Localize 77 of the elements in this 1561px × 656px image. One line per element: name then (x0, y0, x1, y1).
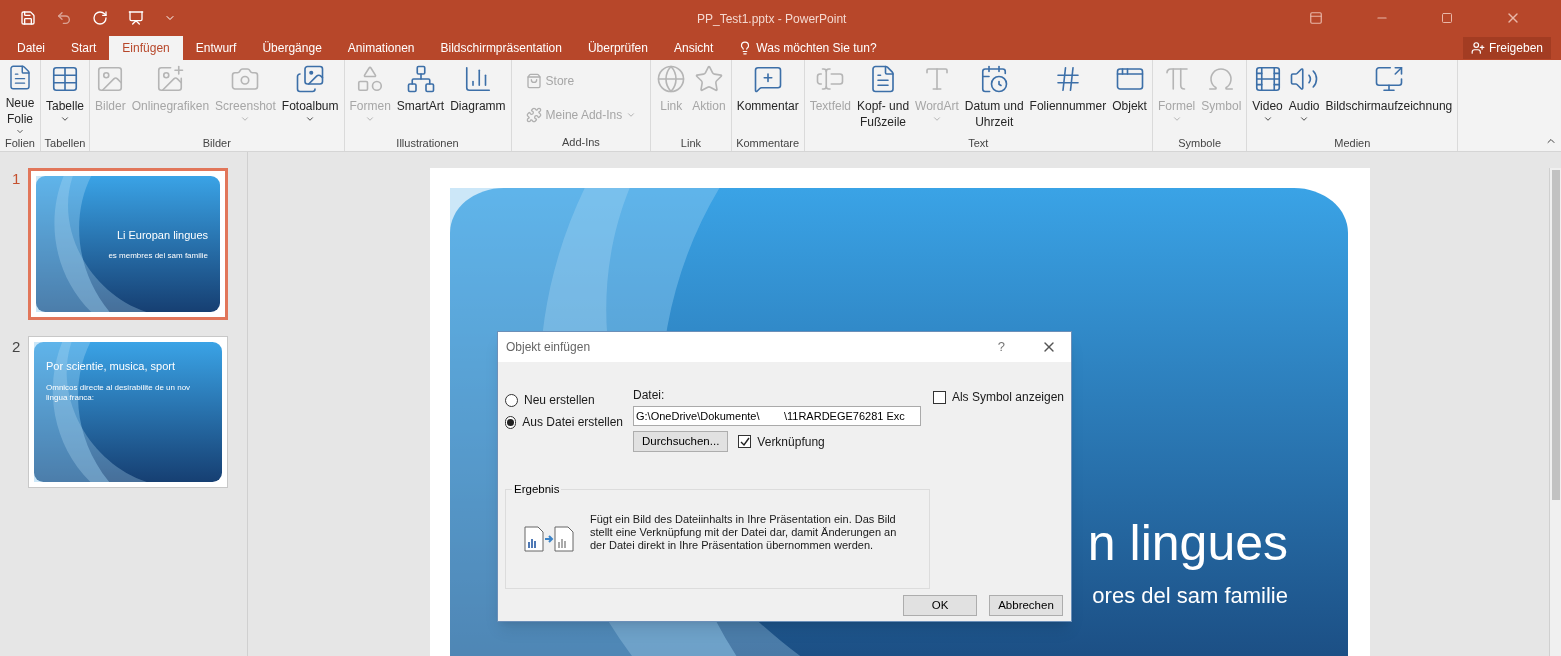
save-icon[interactable] (20, 10, 36, 26)
slide-subtitle: ores del sam familie (1092, 582, 1288, 610)
slide-thumbnail[interactable]: Li Europan lingues es membres del sam familie (28, 168, 228, 320)
ribbon-button[interactable]: Foliennummer (1026, 60, 1110, 136)
ribbon-tab[interactable]: Entwurf (182, 36, 250, 60)
photo-album-icon (295, 64, 326, 94)
group-label: Tabellen (43, 136, 87, 151)
calendar-clock-icon (979, 64, 1010, 94)
ribbon-tab[interactable]: Ansicht (660, 36, 727, 60)
result-description: Fügt ein Bild des Dateiinhalts in Ihre Präsentation ein. Das Bild stellt eine Verknüpfung mit der Datei dar, damit Änderungen an der Datei direkt in Ihre Präsentation übernommen werden. (590, 512, 898, 552)
check-icon (739, 436, 750, 447)
slide-subtitle: Omnicos directe al desirabilite de un nov lingua franca: (46, 382, 192, 403)
group-label: Kommentare (735, 136, 801, 151)
slide-title: n lingues (1087, 515, 1288, 571)
ribbon-tab[interactable]: Einfügen (109, 36, 183, 60)
linked-files-icon (524, 526, 576, 552)
ribbon-tab[interactable]: Übergänge (249, 36, 335, 60)
ribbon-button[interactable]: Fotoalbum (278, 60, 342, 136)
group-label: Illustrationen (395, 136, 460, 151)
window-title: PP_Test1.pptx - PowerPoint (697, 11, 847, 28)
group-label: Link (679, 136, 703, 151)
group-label: Folien (4, 136, 36, 151)
group-label: Medien (1333, 136, 1372, 151)
ribbon-button[interactable]: Datum und Uhrzeit (961, 60, 1027, 136)
slide-number: 2 (12, 337, 22, 357)
ribbon-button[interactable]: Kommentar (733, 60, 802, 136)
screen-recording-icon (1373, 64, 1404, 94)
group-label: Text (967, 136, 990, 151)
scrollbar[interactable] (1549, 168, 1561, 656)
table-icon (50, 64, 80, 94)
help-button[interactable]: ? (997, 337, 1005, 357)
ribbon-button[interactable]: SmartArt (393, 60, 448, 136)
ribbon-tab[interactable]: Animationen (334, 36, 428, 60)
slide-subtitle: es membres del sam familie (108, 251, 208, 262)
ribbon-button[interactable]: Tabelle (43, 60, 88, 136)
addins-icon (525, 107, 542, 123)
slide-number: 1 (12, 169, 22, 189)
ribbon-button[interactable]: Bildschirmaufzeichnung (1322, 60, 1456, 136)
browse-button[interactable]: Durchsuchen... (633, 431, 729, 452)
presentation-icon[interactable] (128, 10, 144, 26)
online-picture-icon (155, 64, 186, 94)
ribbon-tab[interactable]: Überprüfen (574, 36, 661, 60)
globe-link-icon (656, 64, 687, 94)
radio-button[interactable]: Neu erstellen (505, 391, 623, 409)
group-label: Bilder (201, 136, 232, 151)
store-icon (525, 73, 542, 89)
group-label: Symbole (1177, 136, 1223, 151)
ribbon-tab[interactable]: Datei (4, 36, 58, 60)
tell-me-field[interactable]: Was möchten Sie tun? (738, 36, 877, 60)
field-label: Datei: (633, 387, 666, 404)
comment-icon (752, 64, 783, 94)
maximize-icon[interactable] (1441, 12, 1453, 24)
share-button[interactable]: Freigeben (1462, 37, 1551, 59)
ribbon-tab[interactable]: Start (58, 36, 110, 60)
group-label: Add-Ins (560, 135, 601, 150)
ribbon-button[interactable]: Audio (1285, 60, 1323, 136)
ribbon-button[interactable]: Neue Folie (2, 60, 38, 136)
file-path-field[interactable]: G:\OneDrive\Dokumente\ \11RARDEGE76281 Exc (633, 406, 921, 426)
dialog-title: Objekt einfügen (506, 339, 591, 356)
slide-title: Li Europan lingues (116, 227, 208, 243)
dialog-button[interactable]: Abbrechen (989, 595, 1063, 616)
ribbon-button[interactable]: Diagramm (447, 60, 509, 136)
slide-title: Por scientie, musica, sport (46, 359, 176, 374)
checkbox[interactable]: Als Symbol anzeigen (932, 388, 1064, 406)
smartart-icon (405, 64, 436, 94)
checkbox[interactable]: Verknüpfung (738, 432, 825, 451)
redo-icon[interactable] (92, 10, 108, 26)
ribbon-tab[interactable]: Bildschirmpräsentation (427, 36, 575, 60)
ribbon-button[interactable]: Video (1249, 60, 1286, 136)
dialog-button[interactable]: OK (903, 595, 977, 616)
radio-button[interactable]: Aus Datei erstellen (505, 413, 623, 431)
slide-thumbnail[interactable]: Por scientie, musica, sport Omnicos directe al desirabilite de un nov lingua franca: (28, 336, 228, 488)
ribbon-options-icon[interactable] (1309, 11, 1323, 25)
ribbon-button[interactable]: Objekt (1109, 60, 1150, 136)
share-icon (1470, 41, 1485, 55)
star-icon (693, 64, 724, 94)
ribbon-button[interactable]: Kopf- und Fußzeile (854, 60, 913, 136)
